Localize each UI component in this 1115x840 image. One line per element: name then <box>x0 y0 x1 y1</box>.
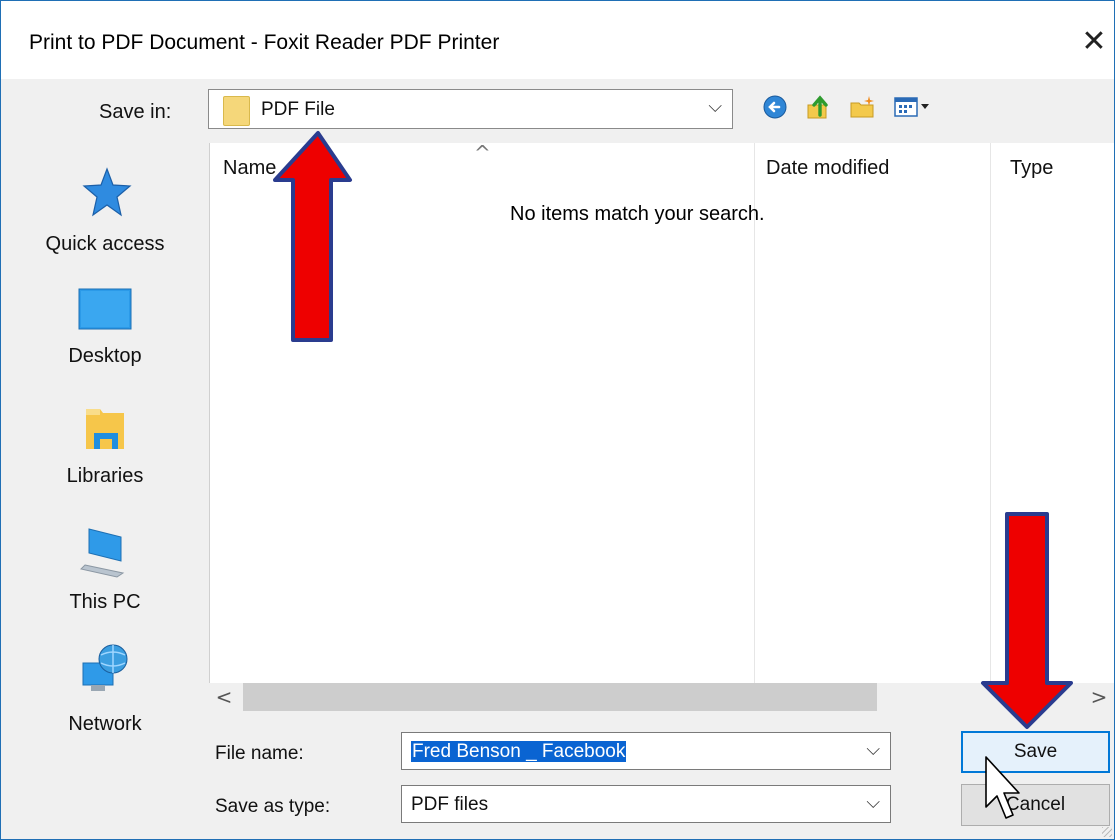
resize-grip[interactable] <box>1102 827 1112 837</box>
file-list-view[interactable]: Name ^ Date modified Type No items match… <box>209 141 1114 683</box>
save-in-dropdown[interactable]: PDF File ⌵ <box>208 89 733 129</box>
view-menu-icon[interactable] <box>893 93 933 121</box>
sort-ascending-icon: ^ <box>474 141 491 165</box>
star-icon <box>77 167 133 225</box>
network-icon <box>77 644 133 705</box>
folder-icon <box>223 96 250 126</box>
file-name-input[interactable]: Fred Benson _ Facebook ⌵ <box>401 732 891 770</box>
scroll-left-arrow-icon[interactable]: < <box>209 683 239 711</box>
nav-item-this-pc[interactable]: This PC <box>1 523 209 614</box>
close-button[interactable]: ✕ <box>1074 19 1114 65</box>
computer-icon <box>77 528 133 583</box>
column-header-type[interactable]: Type <box>1010 157 1053 180</box>
up-folder-icon[interactable] <box>805 93 833 121</box>
file-name-label: File name: <box>215 743 304 764</box>
chevron-down-icon: ⌵ <box>708 96 722 117</box>
nav-item-desktop[interactable]: Desktop <box>1 287 209 368</box>
save-as-type-dropdown[interactable]: PDF files ⌵ <box>401 785 891 823</box>
column-header-date-modified[interactable]: Date modified <box>766 157 889 180</box>
scroll-right-arrow-icon[interactable]: > <box>1084 683 1114 711</box>
save-as-type-value: PDF files <box>411 794 489 815</box>
nav-label-network: Network <box>68 713 142 735</box>
dialog-body: Save in: PDF File ⌵ Quick access Desktop… <box>1 79 1114 839</box>
nav-label-libraries: Libraries <box>66 465 144 487</box>
nav-label-this-pc: This PC <box>69 591 141 613</box>
new-folder-icon[interactable] <box>849 93 877 121</box>
cancel-button[interactable]: Cancel <box>961 784 1110 826</box>
window-title: Print to PDF Document - Foxit Reader PDF… <box>29 31 500 54</box>
save-dialog: Print to PDF Document - Foxit Reader PDF… <box>0 0 1115 840</box>
chevron-down-icon: ⌵ <box>866 792 880 813</box>
column-header-name[interactable]: Name <box>223 157 276 180</box>
empty-list-message: No items match your search. <box>510 203 765 225</box>
places-bar: Quick access Desktop Libraries This PC N… <box>1 143 209 839</box>
nav-item-quick-access[interactable]: Quick access <box>1 165 209 256</box>
nav-label-desktop: Desktop <box>68 345 142 367</box>
file-name-selected-text: Fred Benson _ Facebook <box>411 741 627 762</box>
save-as-type-label: Save as type: <box>215 796 331 817</box>
chevron-down-icon[interactable]: ⌵ <box>866 739 880 760</box>
libraries-icon <box>80 409 130 457</box>
back-icon[interactable] <box>761 93 789 121</box>
save-in-value: PDF File <box>261 99 335 120</box>
scrollbar-thumb[interactable] <box>243 683 877 711</box>
save-in-label: Save in: <box>99 101 172 123</box>
nav-item-network[interactable]: Network <box>1 641 209 736</box>
nav-item-libraries[interactable]: Libraries <box>1 405 209 488</box>
desktop-icon <box>77 288 133 337</box>
title-bar: Print to PDF Document - Foxit Reader PDF… <box>1 1 1114 79</box>
save-button[interactable]: Save <box>961 731 1110 773</box>
horizontal-scrollbar[interactable]: < > <box>209 683 1114 711</box>
nav-label-quick-access: Quick access <box>45 233 165 255</box>
file-name-value: Fred Benson _ Facebook <box>411 741 627 763</box>
column-divider <box>990 143 991 683</box>
